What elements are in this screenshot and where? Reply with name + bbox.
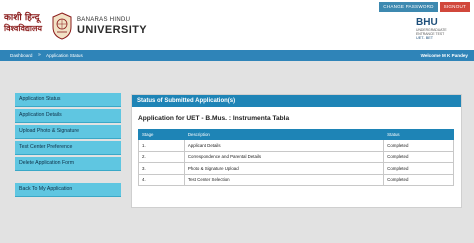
status-panel: Status of Submitted Application(s) Appli… — [131, 94, 462, 208]
bhu-uet-logo: BHU UNDERGRADUATE ENTRANCE TEST UET- BET — [416, 17, 447, 51]
sidebar-item-application-details[interactable]: Application Details — [15, 109, 121, 123]
description-cell: Applicant Details — [183, 139, 385, 152]
status-cell: Completed — [383, 139, 454, 152]
breadcrumb-current: Application Status — [46, 53, 83, 58]
description-cell: Photo & Signature Upload — [183, 162, 385, 175]
breadcrumb-bar: Dashboard » Application Status Welcome M… — [0, 50, 474, 61]
table-row: 1. Applicant Details Completed — [138, 139, 454, 152]
table-row: 2. Correspondence and Parental Details C… — [138, 150, 454, 163]
breadcrumb-dashboard-link[interactable]: Dashboard — [10, 50, 32, 61]
hindi-name-line1: काशी हिन्दू — [4, 13, 40, 23]
stage-cell: 2. — [138, 150, 185, 163]
table-header-row: Stage Description Status — [138, 129, 454, 140]
bhu-logo-subtitle2: UET- BET — [416, 36, 434, 40]
university-name-line1: BANARAS HINDU — [77, 17, 131, 23]
breadcrumb-separator: » — [38, 52, 41, 58]
site-header: काशी हिन्दू विश्वविद्यालय BANARAS HINDU … — [0, 11, 474, 45]
description-cell: Test Center Selection — [183, 173, 385, 186]
description-cell: Correspondence and Parental Details — [183, 150, 385, 163]
bhu-logo-subtitle: UNDERGRADUATE ENTRANCE TEST — [416, 28, 447, 36]
back-to-my-application-button[interactable]: Back To My Application — [15, 183, 121, 197]
bhu-logo-text: BHU — [416, 17, 438, 28]
university-name: BANARAS HINDU UNIVERSITY — [77, 17, 147, 36]
hindi-name-line2: विश्वविद्यालय — [4, 23, 43, 33]
sidebar-item-test-center-preference[interactable]: Test Center Preference — [15, 141, 121, 155]
stage-cell: 3. — [138, 162, 185, 175]
status-table: Stage Description Status 1. Applicant De… — [138, 129, 454, 186]
sidebar-item-delete-application-form[interactable]: Delete Application Form — [15, 157, 121, 171]
sidebar-item-upload-photo-signature[interactable]: Upload Photo & Signature — [15, 125, 121, 139]
university-emblem-icon — [52, 12, 72, 40]
status-cell: Completed — [383, 150, 454, 163]
table-row: 3. Photo & Signature Upload Completed — [138, 162, 454, 175]
panel-title: Status of Submitted Application(s) — [132, 95, 461, 107]
sidebar-menu: Application Status Application Details U… — [15, 93, 121, 199]
welcome-user-text: Welcome M K Pandey — [420, 53, 468, 58]
sidebar-item-application-status[interactable]: Application Status — [15, 93, 121, 107]
application-title: Application for UET - B.Mus. : Instrumen… — [138, 115, 290, 122]
stage-cell: 4. — [138, 173, 185, 186]
stage-cell: 1. — [138, 139, 185, 152]
status-cell: Completed — [383, 162, 454, 175]
column-header-description: Description — [183, 129, 385, 140]
table-row: 4. Test Center Selection Completed — [138, 173, 454, 186]
university-name-line2: UNIVERSITY — [77, 24, 148, 36]
hindi-university-name: काशी हिन्दू विश्वविद्यालय — [4, 13, 48, 33]
column-header-status: Status — [383, 129, 454, 140]
status-cell: Completed — [383, 173, 454, 186]
column-header-stage: Stage — [138, 129, 185, 140]
